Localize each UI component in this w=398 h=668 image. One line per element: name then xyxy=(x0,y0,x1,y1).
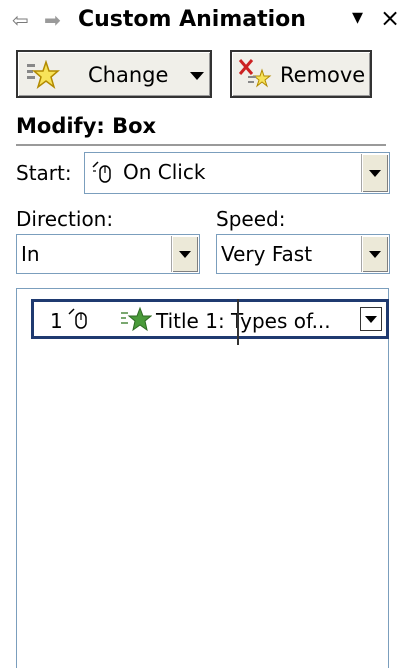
remove-effect-icon xyxy=(238,59,272,88)
remove-button[interactable]: Remove xyxy=(230,50,372,98)
speed-label: Speed: xyxy=(216,207,286,231)
start-label: Start: xyxy=(16,161,72,185)
mouse-click-icon xyxy=(92,161,111,183)
forward-arrow-icon[interactable]: ➡ xyxy=(44,8,61,32)
direction-value: In xyxy=(21,242,40,266)
change-button[interactable]: Change xyxy=(16,50,212,98)
direction-dropdown-button[interactable] xyxy=(171,236,198,272)
start-dropdown-button[interactable] xyxy=(361,154,388,192)
list-item-order: 1 xyxy=(50,309,63,333)
chevron-down-icon xyxy=(365,316,377,323)
custom-animation-pane: ⇦ ➡ Custom Animation ▾ × Change Remove M… xyxy=(0,0,398,668)
chevron-down-icon xyxy=(369,170,381,177)
list-item-dropdown-button[interactable] xyxy=(360,307,382,331)
entrance-effect-icon xyxy=(121,306,152,332)
animation-order-list[interactable]: 1 Title 1: Types of... xyxy=(16,288,389,668)
star-effect-icon xyxy=(27,60,60,89)
remove-button-label: Remove xyxy=(280,63,366,87)
close-icon[interactable]: × xyxy=(380,6,398,30)
dropdown-arrow-icon[interactable]: ▾ xyxy=(352,6,363,30)
chevron-down-icon xyxy=(369,251,381,258)
modify-heading: Modify: Box xyxy=(16,114,157,138)
chevron-down-icon xyxy=(179,251,191,258)
change-button-label: Change xyxy=(88,63,169,87)
speed-dropdown-button[interactable] xyxy=(361,236,388,272)
text-cursor xyxy=(237,299,239,345)
start-select[interactable]: On Click xyxy=(84,152,390,194)
chevron-down-icon xyxy=(190,72,204,80)
back-arrow-icon[interactable]: ⇦ xyxy=(12,8,29,32)
direction-select[interactable]: In xyxy=(16,234,200,274)
mouse-click-icon xyxy=(68,308,87,329)
section-divider xyxy=(16,144,386,146)
task-pane-title: Custom Animation xyxy=(78,7,306,32)
list-item-label: Title 1: Types of... xyxy=(156,309,331,333)
task-pane-title-bar: ⇦ ➡ Custom Animation ▾ × xyxy=(0,0,398,40)
direction-label: Direction: xyxy=(16,207,114,231)
speed-value: Very Fast xyxy=(221,242,313,266)
speed-select[interactable]: Very Fast xyxy=(216,234,390,274)
list-item[interactable]: 1 Title 1: Types of... xyxy=(31,299,389,345)
start-value: On Click xyxy=(123,160,206,184)
